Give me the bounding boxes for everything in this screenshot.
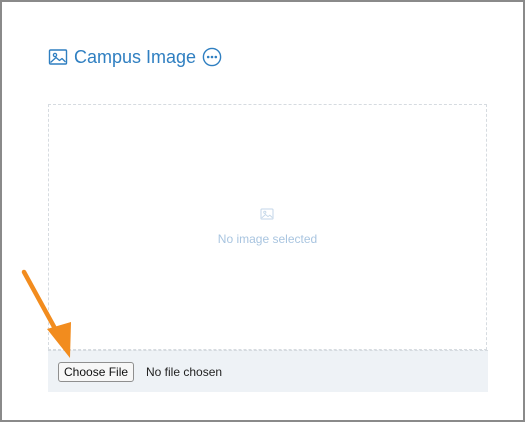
image-icon bbox=[48, 47, 68, 67]
image-placeholder-icon bbox=[260, 207, 274, 221]
file-input-bar: Choose File No file chosen bbox=[48, 350, 488, 392]
file-status-text: No file chosen bbox=[146, 365, 223, 379]
more-options-icon[interactable] bbox=[202, 47, 222, 67]
panel-frame: Campus Image No image selected Choose Fi… bbox=[0, 0, 525, 422]
section-title: Campus Image bbox=[74, 47, 197, 67]
section-header: Campus Image bbox=[48, 44, 222, 70]
no-image-text: No image selected bbox=[217, 232, 318, 246]
image-preview-area: No image selected bbox=[48, 104, 487, 350]
choose-file-button[interactable]: Choose File bbox=[58, 362, 135, 382]
